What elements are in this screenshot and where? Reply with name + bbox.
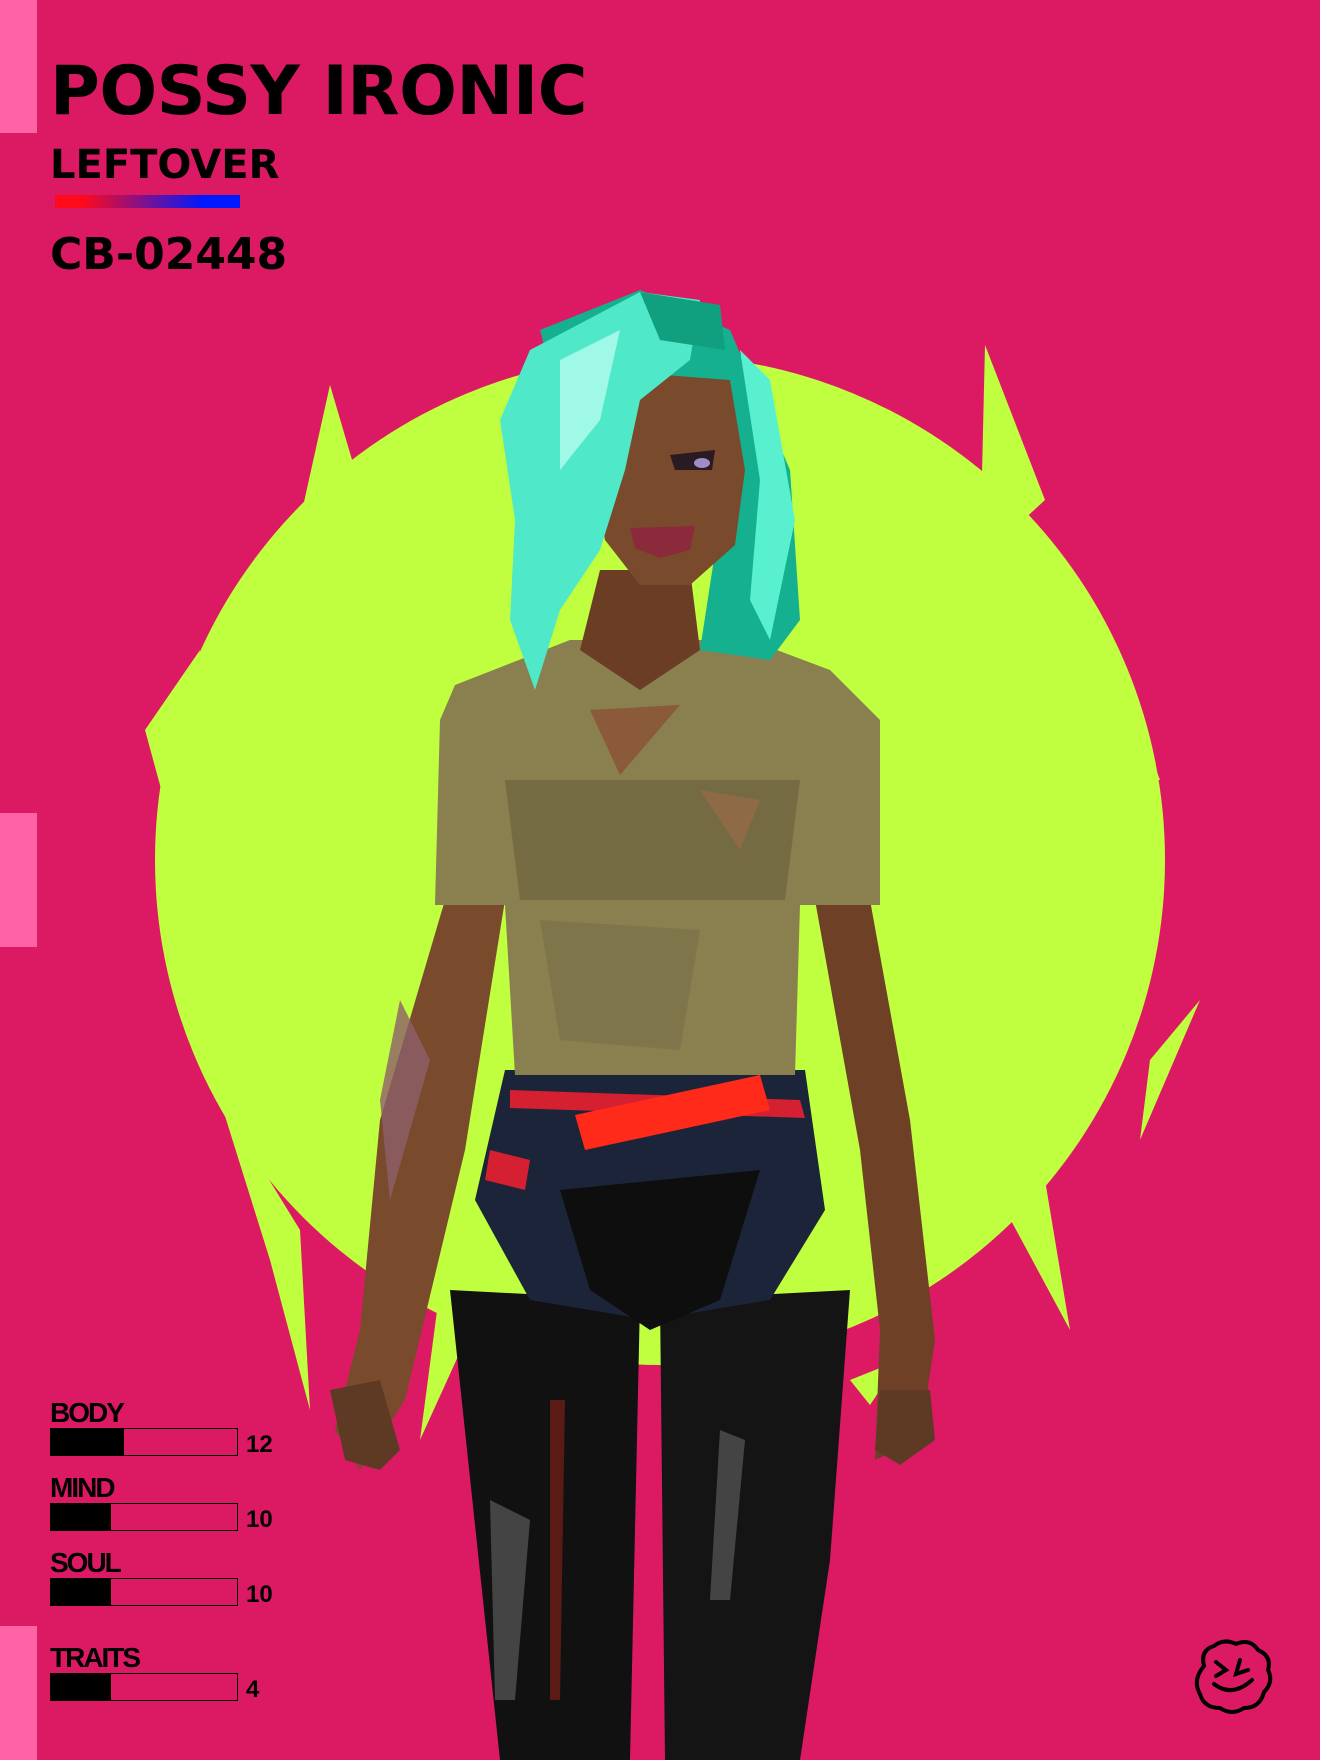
character-name: POSSY IRONIC xyxy=(50,52,588,131)
stat-label: BODY xyxy=(50,1397,125,1428)
stat-value: 12 xyxy=(246,1431,273,1458)
stat-mind: MIND 10 xyxy=(50,1473,310,1535)
stat-bar xyxy=(50,1428,238,1456)
character-class: LEFTOVER xyxy=(50,142,280,188)
stat-value: 10 xyxy=(246,1506,273,1533)
stat-traits: TRAITS 4 xyxy=(50,1643,310,1705)
stat-bar xyxy=(50,1673,238,1701)
stat-soul: SOUL 10 xyxy=(50,1548,310,1610)
stat-label: TRAITS xyxy=(50,1642,141,1673)
stat-bar-fill xyxy=(51,1429,124,1455)
smiley-face-logo-icon xyxy=(1194,1639,1273,1714)
class-gradient-bar xyxy=(55,195,240,208)
stat-bar xyxy=(50,1503,238,1531)
stat-value: 4 xyxy=(246,1676,260,1703)
stat-bar xyxy=(50,1578,238,1606)
character-id: CB-02448 xyxy=(50,229,288,280)
stat-bar-fill xyxy=(51,1674,111,1700)
stat-body: BODY 12 xyxy=(50,1398,310,1460)
stat-value: 10 xyxy=(246,1581,273,1608)
stat-bar-fill xyxy=(51,1579,111,1605)
stat-label: SOUL xyxy=(50,1547,122,1578)
stat-label: MIND xyxy=(50,1472,116,1503)
stat-bar-fill xyxy=(51,1504,111,1530)
